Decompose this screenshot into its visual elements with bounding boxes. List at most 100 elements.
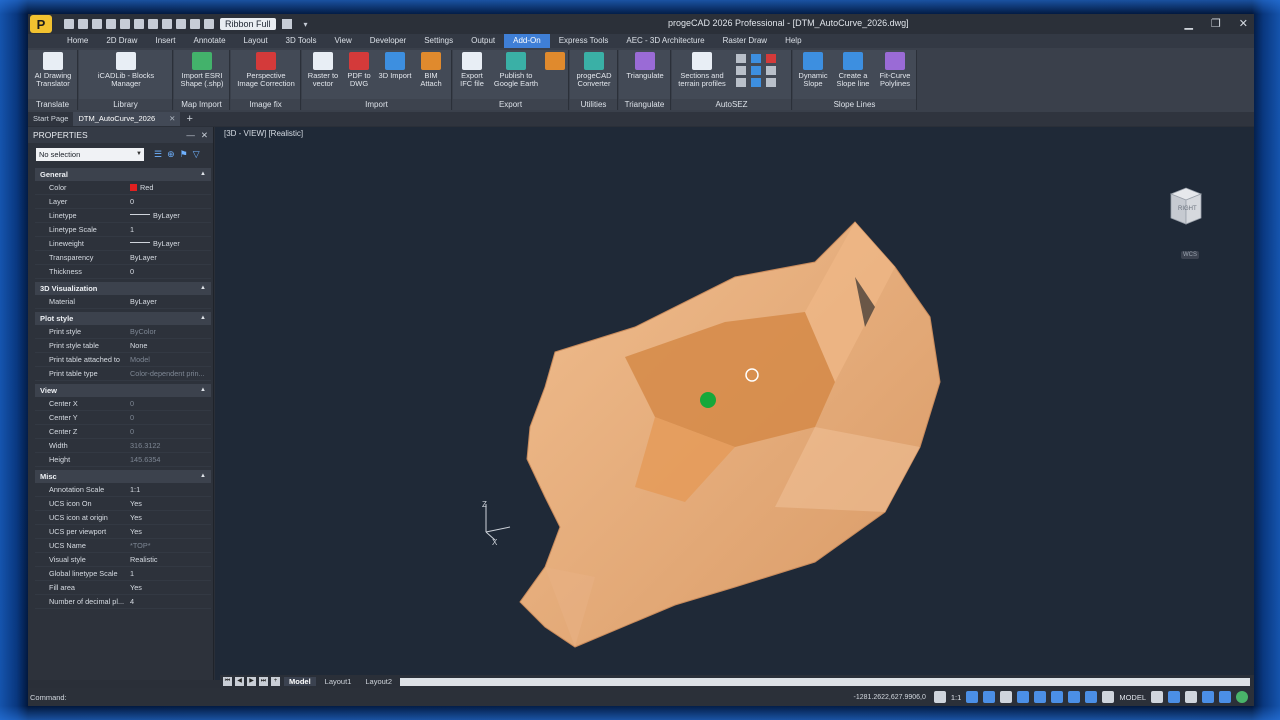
- viewcube[interactable]: RIGHT: [1167, 184, 1205, 226]
- property-row[interactable]: UCS Name *TOP*: [35, 539, 211, 553]
- quick-select-icon[interactable]: ⚑: [180, 149, 188, 160]
- property-row[interactable]: Center X 0: [35, 397, 211, 411]
- property-value[interactable]: ByLayer: [126, 251, 211, 264]
- last-layout-icon[interactable]: ⏭: [259, 677, 268, 686]
- property-row[interactable]: Transparency ByLayer: [35, 251, 211, 265]
- layout-tab-layout2[interactable]: Layout2: [360, 677, 397, 686]
- property-value[interactable]: Realistic: [126, 553, 211, 566]
- pdf-to-dwg-button[interactable]: PDF to DWG: [342, 52, 376, 88]
- layers-icon[interactable]: [751, 54, 761, 63]
- filter-icon[interactable]: ▽: [193, 149, 200, 160]
- tab-home[interactable]: Home: [58, 34, 97, 48]
- export-ifc-file-button[interactable]: Export IFC file: [455, 52, 489, 88]
- command-line-label[interactable]: Command:: [28, 693, 67, 702]
- section-header[interactable]: General: [35, 168, 211, 181]
- next-layout-icon[interactable]: ▶: [247, 677, 256, 686]
- property-row[interactable]: Annotation Scale 1:1: [35, 483, 211, 497]
- check-icon[interactable]: [736, 54, 746, 63]
- property-value[interactable]: ByLayer: [126, 237, 211, 250]
- tab-output[interactable]: Output: [462, 34, 504, 48]
- property-row[interactable]: Visual style Realistic: [35, 553, 211, 567]
- raster-to-vector-button[interactable]: Raster to vector: [306, 52, 340, 88]
- section-header[interactable]: View: [35, 384, 211, 397]
- toggle-pickadd-icon[interactable]: ☰: [154, 149, 162, 160]
- print-icon[interactable]: [162, 19, 172, 29]
- section-header[interactable]: Plot style: [35, 312, 211, 325]
- section-header[interactable]: 3D Visualization: [35, 282, 211, 295]
- save-icon[interactable]: [92, 19, 102, 29]
- property-row[interactable]: Height 145.6354: [35, 453, 211, 467]
- tab-add-on[interactable]: Add-On: [504, 34, 550, 48]
- clean-screen-icon[interactable]: [1219, 691, 1231, 703]
- grid-icon[interactable]: [1000, 691, 1013, 703]
- open-file-icon[interactable]: [78, 19, 88, 29]
- tools-icon[interactable]: [1185, 691, 1197, 703]
- fit-curve-polylines-button[interactable]: Fit-Curve Polylines: [875, 52, 915, 88]
- ortho-icon[interactable]: [1034, 691, 1047, 703]
- prev-layout-icon[interactable]: ◀: [235, 677, 244, 686]
- add-layout-icon[interactable]: +: [271, 677, 280, 686]
- property-value[interactable]: Yes: [126, 581, 211, 594]
- property-value[interactable]: ByLayer: [126, 209, 211, 222]
- import-esri-shape-button[interactable]: Import ESRI Shape (.shp): [177, 52, 227, 88]
- calculator-icon[interactable]: [176, 19, 186, 29]
- dropdown-arrow-icon[interactable]: ▾: [304, 20, 308, 29]
- wcs-badge[interactable]: WCS: [1181, 251, 1199, 259]
- pdf3d-button[interactable]: [543, 52, 567, 72]
- property-row[interactable]: Width 316.3122: [35, 439, 211, 453]
- new-file-icon[interactable]: [64, 19, 74, 29]
- osnap-icon[interactable]: [1068, 691, 1081, 703]
- minimize-icon[interactable]: ▁: [1184, 17, 1192, 30]
- property-row[interactable]: Print table type Color-dependent prin...: [35, 367, 211, 381]
- green-marker[interactable]: [700, 392, 716, 408]
- tab-help[interactable]: Help: [776, 34, 810, 48]
- property-row[interactable]: Print style table None: [35, 339, 211, 353]
- property-row[interactable]: Print table attached to Model: [35, 353, 211, 367]
- grid-icon[interactable]: [751, 66, 761, 75]
- annotation-icon[interactable]: [933, 691, 946, 703]
- property-row[interactable]: UCS icon at origin Yes: [35, 511, 211, 525]
- property-value[interactable]: 0: [126, 265, 211, 278]
- settings-icon[interactable]: [204, 19, 214, 29]
- doc-tab-start-page[interactable]: Start Page: [28, 112, 73, 126]
- plot-icon[interactable]: [148, 19, 158, 29]
- layout-tab-model[interactable]: Model: [284, 677, 316, 686]
- perspective-image-correction-button[interactable]: Perspective Image Correction: [235, 52, 297, 88]
- tab-raster-draw[interactable]: Raster Draw: [714, 34, 776, 48]
- tab-3d-tools[interactable]: 3D Tools: [277, 34, 326, 48]
- tab-developer[interactable]: Developer: [361, 34, 415, 48]
- restore-icon[interactable]: ❐: [1211, 17, 1221, 30]
- property-value[interactable]: 1: [126, 567, 211, 580]
- triangulate-button[interactable]: Triangulate: [621, 52, 669, 80]
- close-tab-icon[interactable]: ✕: [169, 114, 175, 123]
- tab-aec-3d-architecture[interactable]: AEC - 3D Architecture: [617, 34, 713, 48]
- property-value[interactable]: ByLayer: [126, 295, 211, 308]
- bim-attach-button[interactable]: BIM Attach: [414, 52, 448, 88]
- redo-icon[interactable]: [134, 19, 144, 29]
- horizontal-scrollbar[interactable]: [400, 677, 1250, 686]
- property-row[interactable]: UCS icon On Yes: [35, 497, 211, 511]
- layout-tab-layout1[interactable]: Layout1: [320, 677, 357, 686]
- sections-terrain-profiles-button[interactable]: Sections and terrain profiles: [674, 52, 730, 88]
- property-row[interactable]: Center Z 0: [35, 425, 211, 439]
- progecad-logo-icon[interactable]: P: [30, 15, 52, 33]
- property-row[interactable]: Linetype ByLayer: [35, 209, 211, 223]
- tab-annotate[interactable]: Annotate: [184, 34, 234, 48]
- minimize-panel-icon[interactable]: —: [186, 130, 195, 141]
- property-value[interactable]: None: [126, 339, 211, 352]
- 3d-import-button[interactable]: 3D Import: [378, 52, 412, 80]
- property-row[interactable]: Center Y 0: [35, 411, 211, 425]
- lineweight-icon[interactable]: [1102, 691, 1115, 703]
- dynamic-slope-button[interactable]: Dynamic Slope: [795, 52, 831, 88]
- ai-drawing-translator-button[interactable]: AI Drawing Translator: [30, 52, 76, 88]
- save-as-icon[interactable]: [106, 19, 116, 29]
- property-row[interactable]: Thickness 0: [35, 265, 211, 279]
- property-value[interactable]: Red: [126, 181, 211, 194]
- snap-icon[interactable]: [1017, 691, 1030, 703]
- settings-gear-icon[interactable]: [1151, 691, 1163, 703]
- property-value[interactable]: Yes: [126, 497, 211, 510]
- print-profile-icon[interactable]: [766, 66, 776, 75]
- first-layout-icon[interactable]: ⏮: [223, 677, 232, 686]
- edit-icon[interactable]: [766, 78, 776, 87]
- property-value[interactable]: 1: [126, 223, 211, 236]
